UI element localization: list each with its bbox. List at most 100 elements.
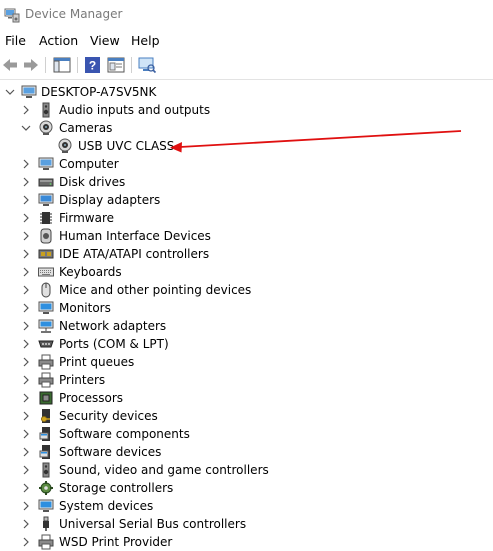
usb-icon — [43, 516, 49, 531]
tree-item-label: Ports (COM & LPT) — [59, 337, 169, 351]
tree-item-universal-serial-bus-controllers[interactable]: Universal Serial Bus controllers — [0, 515, 493, 533]
tree-item-firmware[interactable]: Firmware — [0, 209, 493, 227]
tree-item-label: Sound, video and game controllers — [59, 463, 269, 477]
menu-help[interactable]: Help — [129, 33, 162, 48]
tree-item-printers[interactable]: Printers — [0, 371, 493, 389]
menu-file[interactable]: File — [3, 33, 28, 48]
tree-item-label: Processors — [59, 391, 124, 405]
tree-item-monitors[interactable]: Monitors — [0, 299, 493, 317]
printer-icon — [38, 534, 54, 550]
computer-icon — [38, 157, 54, 170]
menu-view[interactable]: View — [88, 33, 122, 48]
chevron-right-icon[interactable] — [20, 427, 32, 441]
chevron-down-icon[interactable] — [20, 121, 32, 135]
tree-item-label: Printers — [59, 373, 106, 387]
monitor-icon — [38, 301, 54, 314]
tree-item-storage-controllers[interactable]: Storage controllers — [0, 479, 493, 497]
window-title: Device Manager — [25, 7, 123, 21]
tree-item-keyboards[interactable]: Keyboards — [0, 263, 493, 281]
storage-controller-icon — [39, 481, 53, 495]
tree-item-disk-drives[interactable]: Disk drives — [0, 173, 493, 191]
tree-item-ports-com-lpt[interactable]: Ports (COM & LPT) — [0, 335, 493, 353]
chevron-right-icon[interactable] — [20, 463, 32, 477]
chevron-right-icon[interactable] — [20, 103, 32, 117]
tree-item-print-queues[interactable]: Print queues — [0, 353, 493, 371]
computer-icon — [21, 85, 37, 98]
tree-item-label: IDE ATA/ATAPI controllers — [59, 247, 210, 261]
chevron-right-icon[interactable] — [20, 229, 32, 243]
tree-item-system-devices[interactable]: System devices — [0, 497, 493, 515]
chevron-right-icon[interactable] — [20, 175, 32, 189]
tree-item-label: System devices — [59, 499, 154, 513]
tree-item-audio-inputs-and-outputs[interactable]: Audio inputs and outputs — [0, 101, 493, 119]
chevron-right-icon[interactable] — [20, 319, 32, 333]
display-adapter-icon — [38, 193, 54, 206]
chevron-right-icon[interactable] — [20, 535, 32, 549]
tree-item-computer[interactable]: Computer — [0, 155, 493, 173]
keyboard-icon — [38, 267, 54, 277]
chevron-right-icon[interactable] — [20, 337, 32, 351]
chevron-right-icon[interactable] — [20, 157, 32, 171]
chevron-right-icon[interactable] — [20, 445, 32, 459]
chevron-right-icon[interactable] — [20, 265, 32, 279]
chevron-right-icon[interactable] — [20, 247, 32, 261]
tree-item-label: Monitors — [59, 301, 111, 315]
tree-item-label: Software devices — [59, 445, 162, 459]
toolbar-separator — [131, 57, 132, 73]
ide-controller-icon — [38, 249, 54, 259]
chevron-right-icon[interactable] — [20, 211, 32, 225]
back-icon[interactable] — [0, 56, 20, 74]
menu-action[interactable]: Action — [37, 33, 80, 48]
chevron-right-icon[interactable] — [20, 409, 32, 423]
tree-item-label: Computer — [59, 157, 119, 171]
hid-icon — [40, 228, 52, 244]
tree-item-software-devices[interactable]: Software devices — [0, 443, 493, 461]
printer-icon — [38, 354, 54, 370]
chevron-right-icon[interactable] — [20, 283, 32, 297]
tree-item-network-adapters[interactable]: Network adapters — [0, 317, 493, 335]
tree-item-processors[interactable]: Processors — [0, 389, 493, 407]
chevron-right-icon[interactable] — [20, 193, 32, 207]
help-icon[interactable]: ? — [83, 56, 103, 74]
svg-text:?: ? — [89, 59, 96, 73]
processor-icon — [39, 391, 53, 405]
chevron-down-icon[interactable] — [4, 85, 16, 99]
tree-root[interactable]: DESKTOP-A7SV5NK — [0, 83, 493, 101]
tree-item-mice-and-other-pointing-devices[interactable]: Mice and other pointing devices — [0, 281, 493, 299]
firmware-icon — [40, 212, 52, 224]
menu-bar: File Action View Help — [0, 31, 493, 51]
chevron-right-icon[interactable] — [20, 301, 32, 315]
chevron-right-icon[interactable] — [20, 373, 32, 387]
disk-drive-icon — [38, 178, 54, 187]
properties-icon[interactable] — [106, 56, 126, 74]
tree-item-human-interface-devices[interactable]: Human Interface Devices — [0, 227, 493, 245]
tree-item-label: Storage controllers — [59, 481, 174, 495]
tree-item-label: Security devices — [59, 409, 158, 423]
show-hide-console-tree-icon[interactable] — [52, 56, 72, 74]
tree-item-wsd-print-provider[interactable]: WSD Print Provider — [0, 533, 493, 551]
title-bar: Device Manager — [0, 0, 493, 30]
tree-item-sound-video-and-game-controllers[interactable]: Sound, video and game controllers — [0, 461, 493, 479]
security-device-icon — [41, 409, 50, 423]
tree-item-label: Keyboards — [59, 265, 122, 279]
chevron-right-icon[interactable] — [20, 517, 32, 531]
scan-hardware-icon[interactable] — [137, 56, 157, 74]
chevron-right-icon[interactable] — [20, 355, 32, 369]
network-adapter-icon — [38, 319, 54, 333]
system-device-icon — [38, 499, 54, 512]
tree-item-software-components[interactable]: Software components — [0, 425, 493, 443]
tree-item-display-adapters[interactable]: Display adapters — [0, 191, 493, 209]
chevron-right-icon[interactable] — [20, 499, 32, 513]
tree-item-ide-ata-atapi-controllers[interactable]: IDE ATA/ATAPI controllers — [0, 245, 493, 263]
tree-item-usb-uvc-class[interactable]: USB UVC CLASS — [0, 137, 493, 155]
tree-item-label: Universal Serial Bus controllers — [59, 517, 247, 531]
chevron-right-icon[interactable] — [20, 391, 32, 405]
software-component-icon — [39, 427, 50, 441]
tree-item-label: Disk drives — [59, 175, 126, 189]
tree-item-label: USB UVC CLASS — [78, 139, 175, 153]
tree-item-label: Cameras — [59, 121, 113, 135]
tree-item-security-devices[interactable]: Security devices — [0, 407, 493, 425]
forward-icon[interactable] — [21, 56, 41, 74]
tree-item-cameras[interactable]: Cameras — [0, 119, 493, 137]
chevron-right-icon[interactable] — [20, 481, 32, 495]
